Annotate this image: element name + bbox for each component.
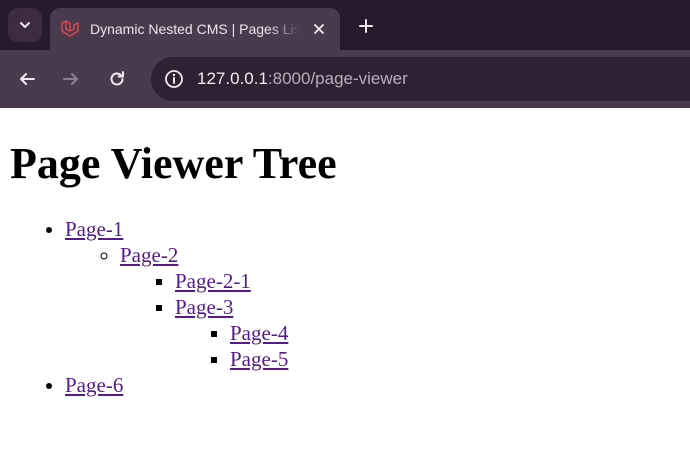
tree-item: Page-2 Page-2-1 Page-3 Page-4 [120,242,680,372]
tree-item: Page-6 [65,372,680,398]
page-link[interactable]: Page-2 [120,243,178,267]
tree-sublist: Page-2 Page-2-1 Page-3 Page-4 [65,242,680,372]
tree-item: Page-2-1 [175,268,680,294]
page-content: Page Viewer Tree Page-1 Page-2 Page-2-1 … [0,142,690,398]
page-tree: Page-1 Page-2 Page-2-1 Page-3 Page-4 [10,216,680,398]
close-icon[interactable] [308,18,330,40]
page-link[interactable]: Page-5 [230,347,288,371]
browser-chrome: Dynamic Nested CMS | Pages List 127.0.0.… [0,0,690,108]
browser-toolbar: 127.0.0.1:8000/page-viewer [0,50,690,108]
tab-strip: Dynamic Nested CMS | Pages List [0,0,690,50]
tab-search-button[interactable] [8,8,42,42]
page-link[interactable]: Page-2-1 [175,269,251,293]
plus-icon[interactable] [354,14,378,38]
url-text[interactable]: 127.0.0.1:8000/page-viewer [197,69,408,89]
tree-item: Page-5 [230,346,680,372]
laravel-logo-icon [59,18,81,40]
reload-icon[interactable] [103,65,131,93]
arrow-left-icon[interactable] [13,65,41,93]
page-link[interactable]: Page-3 [175,295,233,319]
active-tab[interactable]: Dynamic Nested CMS | Pages List [50,8,340,50]
url-host: 127.0.0.1 [197,69,268,88]
url-path: :8000/page-viewer [267,69,408,88]
page-link[interactable]: Page-4 [230,321,288,345]
address-bar[interactable]: 127.0.0.1:8000/page-viewer [151,57,690,101]
page-link[interactable]: Page-1 [65,217,123,241]
tree-item: Page-3 Page-4 Page-5 [175,294,680,372]
tree-sublist: Page-4 Page-5 [175,320,680,372]
tab-title: Dynamic Nested CMS | Pages List [90,21,300,37]
info-icon[interactable] [160,65,188,93]
arrow-right-icon[interactable] [57,65,85,93]
chevron-down-icon [20,22,30,28]
page-title: Page Viewer Tree [10,139,337,188]
page-link[interactable]: Page-6 [65,373,123,397]
tree-item: Page-1 Page-2 Page-2-1 Page-3 Page-4 [65,216,680,372]
tree-sublist: Page-2-1 Page-3 Page-4 Page-5 [120,268,680,372]
tree-item: Page-4 [230,320,680,346]
